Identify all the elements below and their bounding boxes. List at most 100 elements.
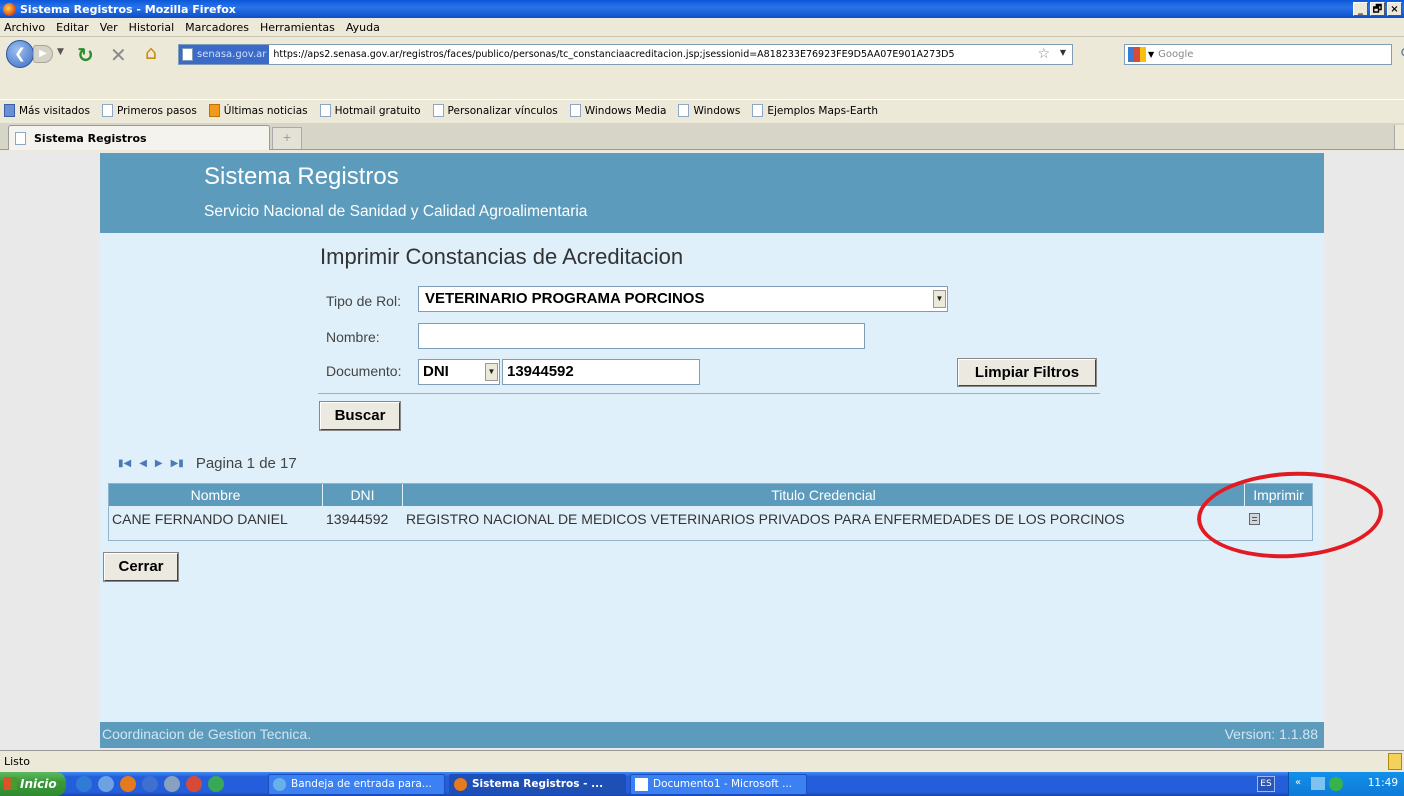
network-icon[interactable] — [1311, 777, 1325, 790]
previous-page-icon[interactable]: ◀ — [139, 458, 147, 469]
page-title: Imprimir Constancias de Acreditacion — [320, 244, 684, 269]
maximize-button[interactable]: 🗗 — [1370, 2, 1385, 16]
last-page-icon[interactable]: ▶▮ — [171, 458, 184, 469]
search-engine-dropdown-icon[interactable]: ▼ — [1148, 50, 1154, 59]
bookmark-personalizar[interactable]: Personalizar vínculos — [432, 104, 558, 117]
menu-herramientas[interactable]: Herramientas — [260, 21, 335, 34]
bookmark-folder-icon — [4, 104, 15, 117]
url-text[interactable]: https://aps2.senasa.gov.ar/registros/fac… — [273, 49, 954, 60]
start-button[interactable]: Inicio — [0, 772, 66, 796]
chevron-down-icon[interactable]: ▼ — [485, 363, 498, 381]
page-icon — [432, 104, 444, 117]
forward-button[interactable]: ▶ — [33, 45, 53, 63]
page-icon — [15, 131, 26, 145]
language-indicator[interactable]: ES — [1257, 776, 1275, 792]
menu-ayuda[interactable]: Ayuda — [346, 21, 380, 34]
clear-filters-button[interactable]: Limpiar Filtros — [957, 358, 1097, 387]
page-icon — [319, 104, 331, 117]
search-bar[interactable]: ▼ Google ⚲ — [1124, 44, 1404, 65]
task-bandeja[interactable]: Bandeja de entrada para... — [268, 774, 445, 795]
back-button[interactable]: ❮ — [6, 40, 34, 68]
bookmark-windows[interactable]: Windows — [678, 104, 740, 117]
close-form-button[interactable]: Cerrar — [103, 552, 179, 582]
app-icon[interactable] — [186, 776, 202, 792]
site-identity-badge[interactable]: senasa.gov.ar — [179, 45, 270, 64]
menu-archivo[interactable]: Archivo — [4, 21, 45, 34]
menu-marcadores[interactable]: Marcadores — [185, 21, 249, 34]
history-dropdown-icon[interactable]: ▼ — [57, 47, 64, 57]
cell-titulo: REGISTRO NACIONAL DE MEDICOS VETERINARIO… — [406, 511, 1125, 527]
home-icon[interactable]: ⌂ — [145, 42, 157, 64]
nombre-input[interactable] — [418, 323, 865, 349]
minimize-button[interactable]: _ — [1353, 2, 1368, 16]
bookmark-label: Últimas noticias — [223, 104, 308, 117]
google-icon[interactable] — [1128, 47, 1146, 62]
rol-select[interactable]: VETERINARIO PROGRAMA PORCINOS ▼ — [418, 286, 948, 312]
page-icon — [101, 104, 113, 117]
page-indicator: Pagina 1 de 17 — [195, 455, 297, 472]
page-icon — [182, 48, 193, 61]
form-divider — [318, 393, 1100, 394]
menu-ver[interactable]: Ver — [100, 21, 118, 34]
nombre-label: Nombre: — [326, 329, 380, 345]
window-controls: _ 🗗 × — [1353, 2, 1402, 16]
app-footer: Coordinacion de Gestion Tecnica. Version… — [100, 722, 1324, 748]
app-icon[interactable] — [164, 776, 180, 792]
mail-icon — [273, 778, 286, 791]
menu-editar[interactable]: Editar — [56, 21, 89, 34]
chevron-down-icon[interactable]: ▼ — [933, 290, 946, 308]
column-header-dni[interactable]: DNI — [323, 484, 403, 506]
close-button[interactable]: × — [1387, 2, 1402, 16]
tray-expand-icon[interactable]: « — [1295, 777, 1301, 788]
bookmark-label: Windows Media — [584, 104, 667, 117]
task-label: Bandeja de entrada para... — [291, 778, 432, 790]
bookmark-label: Hotmail gratuito — [334, 104, 421, 117]
system-tray: ES « 11:49 — [1257, 772, 1404, 796]
browser-icon[interactable] — [142, 776, 158, 792]
bookmark-windows-media[interactable]: Windows Media — [569, 104, 667, 117]
app-icon[interactable] — [208, 776, 224, 792]
bookmark-ultimas-noticias[interactable]: Últimas noticias — [208, 104, 308, 117]
pagination: ▮◀ ◀ ▶ ▶▮ Pagina 1 de 17 — [118, 455, 297, 472]
document-number-input[interactable]: 13944592 — [502, 359, 700, 385]
cell-nombre: CANE FERNANDO DANIEL — [112, 511, 288, 527]
media-icon[interactable] — [98, 776, 114, 792]
stop-icon[interactable]: ✕ — [110, 43, 127, 67]
bookmark-hotmail[interactable]: Hotmail gratuito — [319, 104, 421, 117]
tab-strip: Sistema Registros + — [0, 123, 1404, 150]
reload-icon[interactable]: ↻ — [77, 43, 94, 67]
search-icon[interactable]: ⚲ — [1400, 45, 1404, 63]
word-icon — [635, 778, 648, 791]
firefox-icon[interactable] — [120, 776, 136, 792]
lock-icon — [1388, 753, 1402, 770]
search-button[interactable]: Buscar — [319, 401, 401, 431]
firefox-icon — [454, 778, 467, 791]
rol-selected-value: VETERINARIO PROGRAMA PORCINOS — [425, 290, 705, 307]
navigation-toolbar: ❮ ▶ ▼ ↻ ✕ ⌂ senasa.gov.ar https://aps2.s… — [0, 37, 1404, 97]
tab-sistema-registros[interactable]: Sistema Registros — [8, 125, 270, 150]
app-container: Sistema Registros Servicio Nacional de S… — [100, 153, 1324, 748]
new-tab-button[interactable]: + — [272, 127, 302, 149]
bookmark-label: Windows — [693, 104, 741, 117]
document-type-select[interactable]: DNI ▼ — [418, 359, 500, 385]
url-bar[interactable]: senasa.gov.ar https://aps2.senasa.gov.ar… — [178, 44, 1073, 65]
next-page-icon[interactable]: ▶ — [155, 458, 163, 469]
site-domain: senasa.gov.ar — [197, 49, 267, 60]
url-dropdown-icon[interactable]: ▼ — [1060, 48, 1066, 57]
bookmark-star-icon[interactable]: ☆ — [1037, 46, 1050, 62]
menu-historial[interactable]: Historial — [129, 21, 174, 34]
bookmark-maps-earth[interactable]: Ejemplos Maps-Earth — [752, 104, 878, 117]
column-header-nombre[interactable]: Nombre — [109, 484, 323, 506]
app-header: Sistema Registros Servicio Nacional de S… — [100, 153, 1324, 233]
security-icon[interactable] — [1329, 777, 1343, 791]
bookmark-primeros-pasos[interactable]: Primeros pasos — [101, 104, 197, 117]
bookmark-mas-visitados[interactable]: Más visitados — [4, 104, 90, 117]
ie-icon[interactable] — [76, 776, 92, 792]
tab-list-button[interactable] — [1394, 125, 1404, 149]
task-sistema-registros[interactable]: Sistema Registros - ... — [449, 774, 626, 795]
column-header-titulo[interactable]: Titulo Credencial — [403, 484, 1245, 506]
clock[interactable]: 11:49 — [1368, 777, 1398, 789]
status-text: Listo — [4, 755, 30, 768]
first-page-icon[interactable]: ▮◀ — [118, 458, 131, 469]
task-documento1[interactable]: Documento1 - Microsoft ... — [630, 774, 807, 795]
